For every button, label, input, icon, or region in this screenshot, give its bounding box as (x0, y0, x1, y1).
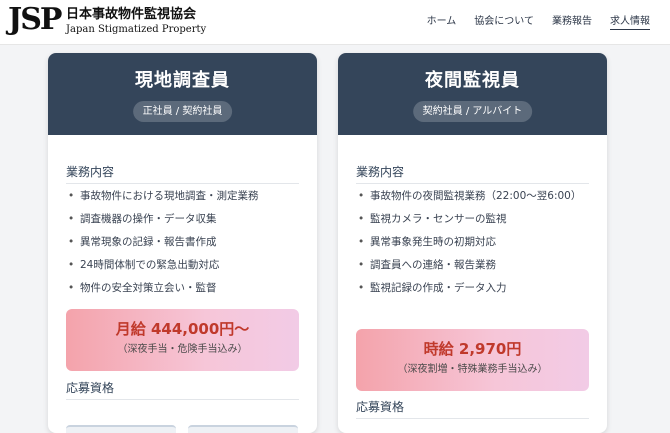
nav-link-about[interactable]: 協会について (474, 15, 534, 30)
requirements-heading: 応募資格 (356, 398, 589, 419)
requirement-item (188, 425, 298, 433)
requirements-heading: 応募資格 (66, 379, 299, 400)
site-header: JSP 日本事故物件監視協会 Japan Stigmatized Propert… (0, 0, 670, 45)
salary-box: 時給 2,970円 （深夜割増・特殊業務手当込み） (356, 329, 589, 391)
list-item: 物件の安全対策立会い・監督 (66, 280, 299, 297)
duties-list: 事故物件における現地調査・測定業務 調査機器の操作・データ収集 異常現象の記録・… (66, 188, 299, 303)
employment-type-badge: 正社員 / 契約社員 (132, 101, 233, 122)
list-item: 異常現象の記録・報告書作成 (66, 234, 299, 251)
employment-type-badge: 契約社員 / アルバイト (412, 101, 533, 122)
card-header: 夜間監視員 契約社員 / アルバイト (338, 53, 607, 135)
job-title: 夜間監視員 (425, 70, 520, 91)
duties-list: 事故物件の夜間監視業務（22:00〜翌6:00） 監視カメラ・センサーの監視 異… (356, 188, 589, 303)
list-item: 調査機器の操作・データ収集 (66, 211, 299, 228)
salary-note: （深夜手当・危険手当込み） (117, 344, 248, 355)
duties-heading: 業務内容 (66, 163, 299, 184)
list-item: 事故物件における現地調査・測定業務 (66, 188, 299, 205)
logo-english-name: Japan Stigmatized Property (66, 24, 207, 35)
list-item: 24時間体制での緊急出動対応 (66, 257, 299, 274)
salary-amount: 時給 2,970円 (423, 340, 522, 358)
job-title: 現地調査員 (135, 70, 230, 91)
list-item: 事故物件の夜間監視業務（22:00〜翌6:00） (356, 188, 589, 205)
main-nav: ホーム 協会について 業務報告 求人情報 (427, 15, 650, 30)
duties-heading: 業務内容 (356, 163, 589, 184)
salary-note: （深夜割増・特殊業務手当込み） (397, 364, 548, 375)
salary-box: 月給 444,000円〜 （深夜手当・危険手当込み） (66, 309, 299, 371)
list-item: 調査員への連絡・報告業務 (356, 257, 589, 274)
list-item: 監視カメラ・センサーの監視 (356, 211, 589, 228)
requirement-item (66, 425, 176, 433)
nav-link-recruit[interactable]: 求人情報 (610, 15, 650, 30)
job-card-field-investigator: 現地調査員 正社員 / 契約社員 業務内容 事故物件における現地調査・測定業務 … (48, 53, 317, 433)
job-card-night-monitor: 夜間監視員 契約社員 / アルバイト 業務内容 事故物件の夜間監視業務（22:0… (338, 53, 607, 433)
nav-link-reports[interactable]: 業務報告 (552, 15, 592, 30)
logo-mark: JSP (8, 2, 62, 37)
list-item: 監視記録の作成・データ入力 (356, 280, 589, 297)
logo-japanese-name: 日本事故物件監視協会 (66, 7, 197, 22)
list-item: 異常事象発生時の初期対応 (356, 234, 589, 251)
salary-amount: 月給 444,000円〜 (115, 320, 250, 338)
nav-link-home[interactable]: ホーム (427, 15, 457, 30)
card-header: 現地調査員 正社員 / 契約社員 (48, 53, 317, 135)
